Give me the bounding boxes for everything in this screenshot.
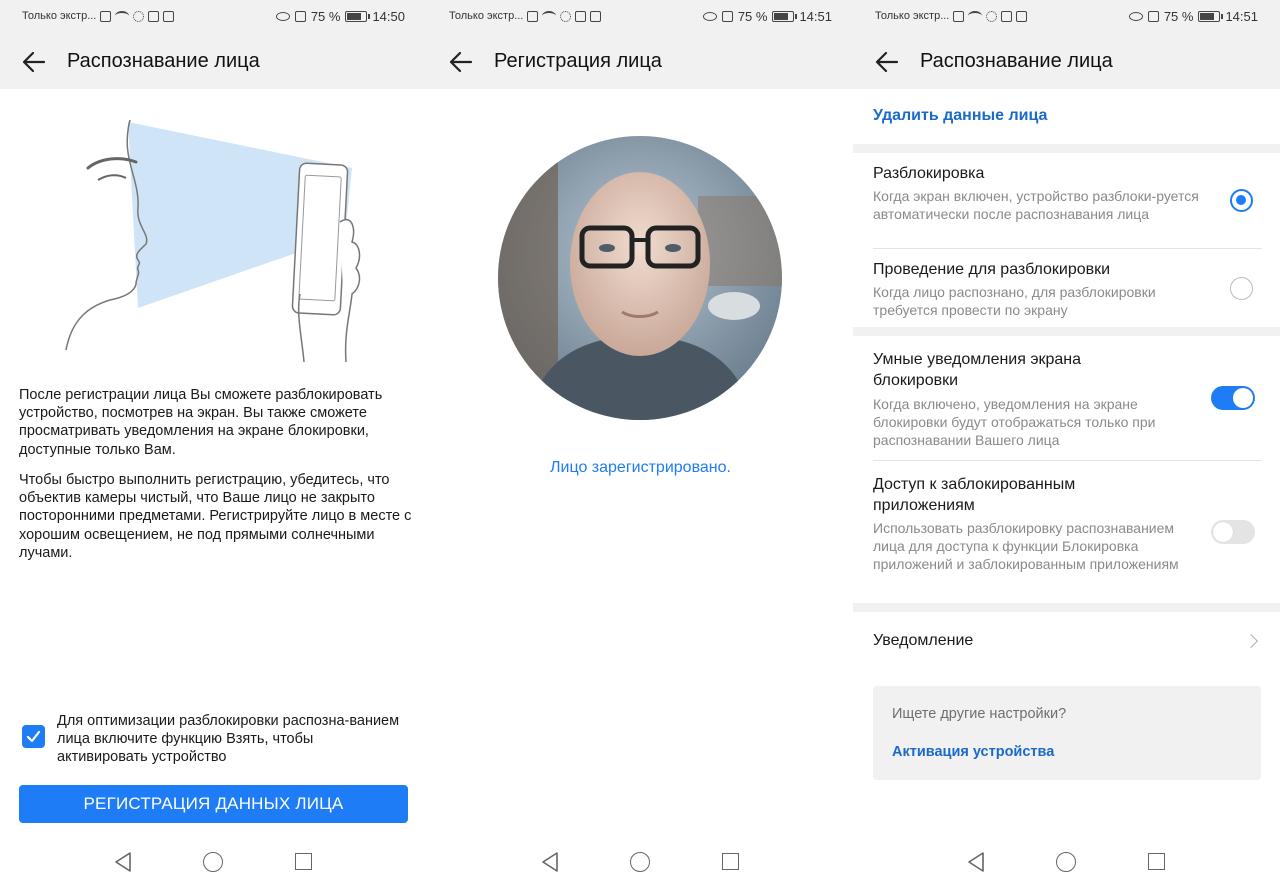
setting-swipe-unlock[interactable]: Проведение для разблокировки Когда лицо …	[853, 249, 1280, 327]
section-gap	[853, 144, 1280, 153]
setting-title: Уведомление	[873, 632, 974, 649]
sim-icon	[953, 10, 965, 22]
pickup-checkbox[interactable]	[22, 725, 45, 748]
battery-percent: 75 %	[1163, 9, 1194, 24]
gear-icon	[560, 10, 572, 22]
app-bar: Распознавание лица	[853, 34, 1280, 89]
navigation-bar	[853, 837, 1280, 887]
qr-icon	[575, 10, 587, 22]
face-preview-photo	[498, 136, 782, 420]
section-gap	[853, 327, 1280, 336]
nav-recents-icon[interactable]	[1148, 853, 1165, 870]
delete-face-data-link[interactable]: Удалить данные лица	[873, 107, 1047, 125]
setting-notification[interactable]: Уведомление	[853, 612, 1280, 670]
register-face-button[interactable]: РЕГИСТРАЦИЯ ДАННЫХ ЛИЦА	[19, 785, 408, 823]
back-arrow-icon[interactable]	[20, 48, 48, 76]
carrier-text: Только экстр...	[22, 10, 97, 22]
mail-icon	[1016, 10, 1028, 22]
setting-description: Когда включено, уведомления на экране бл…	[873, 396, 1156, 449]
eye-comfort-icon	[275, 12, 290, 21]
locked-apps-toggle[interactable]	[1211, 520, 1255, 544]
gear-icon	[986, 10, 998, 22]
nav-back-icon[interactable]	[966, 851, 986, 873]
checkmark-icon	[26, 730, 41, 743]
tips-paragraph: Чтобы быстро выполнить регистрацию, убед…	[19, 472, 412, 561]
status-bar: Только экстр... 75 % 14:51	[853, 0, 1280, 34]
nfc-icon	[1147, 11, 1159, 22]
setting-title: Проведение для разблокировки	[873, 261, 1111, 278]
section-gap	[853, 603, 1280, 612]
nav-recents-icon[interactable]	[295, 853, 312, 870]
carrier-text: Только экстр...	[875, 10, 950, 22]
setting-title: Доступ к заблокированным приложениям	[873, 476, 1076, 514]
battery-percent: 75 %	[737, 9, 768, 24]
page-title: Регистрация лица	[494, 50, 662, 72]
eye-comfort-icon	[1128, 12, 1143, 21]
wifi-icon	[542, 11, 557, 21]
status-bar: Только экстр... 75 % 14:50	[0, 0, 427, 34]
swipe-unlock-radio[interactable]	[1230, 277, 1253, 300]
intro-paragraph: После регистрации лица Вы сможете разбло…	[19, 387, 383, 458]
unlock-radio[interactable]	[1230, 189, 1253, 212]
battery-percent: 75 %	[310, 9, 341, 24]
clock: 14:51	[799, 9, 832, 24]
nav-home-icon[interactable]	[203, 852, 223, 872]
setting-title: Разблокировка	[873, 165, 985, 182]
nav-back-icon[interactable]	[113, 851, 133, 873]
mail-icon	[163, 10, 175, 22]
wifi-icon	[968, 11, 983, 21]
carrier-text: Только экстр...	[449, 10, 524, 22]
face-scan-illustration	[65, 119, 361, 363]
setting-description: Когда лицо распознано, для разблокировки…	[873, 284, 1156, 319]
eye-comfort-icon	[702, 12, 717, 21]
clock: 14:51	[1225, 9, 1258, 24]
setting-description: Использовать разблокировку распознавание…	[873, 520, 1179, 573]
battery-icon	[1198, 11, 1224, 22]
nav-recents-icon[interactable]	[722, 853, 739, 870]
wifi-icon	[115, 11, 130, 21]
back-arrow-icon[interactable]	[873, 48, 901, 76]
setting-unlock[interactable]: Разблокировка Когда экран включен, устро…	[853, 153, 1280, 249]
qr-icon	[1001, 10, 1013, 22]
app-bar: Распознавание лица	[0, 34, 427, 89]
nav-back-icon[interactable]	[540, 851, 560, 873]
battery-icon	[772, 11, 798, 22]
clock: 14:50	[372, 9, 405, 24]
page-title: Распознавание лица	[67, 50, 260, 72]
gear-icon	[133, 10, 145, 22]
smart-notifications-toggle[interactable]	[1211, 386, 1255, 410]
mail-icon	[590, 10, 602, 22]
setting-description: Когда экран включен, устройство разблоки…	[873, 188, 1199, 223]
setting-smart-notifications[interactable]: Умные уведомления экрана блокировки Когд…	[853, 336, 1280, 460]
nfc-icon	[294, 11, 306, 22]
app-bar: Регистрация лица	[427, 34, 854, 89]
screen-face-recognition-intro: Только экстр... 75 % 14:50 Распознавание…	[0, 0, 427, 887]
sim-icon	[100, 10, 112, 22]
navigation-bar	[0, 837, 427, 887]
page-title: Распознавание лица	[920, 50, 1113, 72]
screen-face-recognition-settings: Только экстр... 75 % 14:51 Распознавание…	[853, 0, 1280, 887]
screen-face-registration: Только экстр... 75 % 14:51 Регистрация л…	[427, 0, 854, 887]
nav-home-icon[interactable]	[1056, 852, 1076, 872]
navigation-bar	[427, 837, 854, 887]
device-activation-link[interactable]: Активация устройства	[892, 744, 1054, 760]
qr-icon	[148, 10, 160, 22]
suggestion-question: Ищете другие настройки?	[892, 706, 1067, 722]
battery-icon	[345, 11, 371, 22]
back-arrow-icon[interactable]	[447, 48, 475, 76]
setting-locked-apps[interactable]: Доступ к заблокированным приложениям Исп…	[853, 461, 1280, 603]
nfc-icon	[721, 11, 733, 22]
registration-status: Лицо зарегистрировано.	[550, 459, 731, 476]
setting-title: Умные уведомления экрана блокировки	[873, 351, 1082, 389]
sim-icon	[527, 10, 539, 22]
pickup-checkbox-label[interactable]: Для оптимизации разблокировки распозна-в…	[57, 712, 407, 767]
suggestion-card: Ищете другие настройки? Активация устрой…	[873, 686, 1261, 780]
status-bar: Только экстр... 75 % 14:51	[427, 0, 854, 34]
chevron-right-icon	[1243, 633, 1259, 649]
nav-home-icon[interactable]	[630, 852, 650, 872]
